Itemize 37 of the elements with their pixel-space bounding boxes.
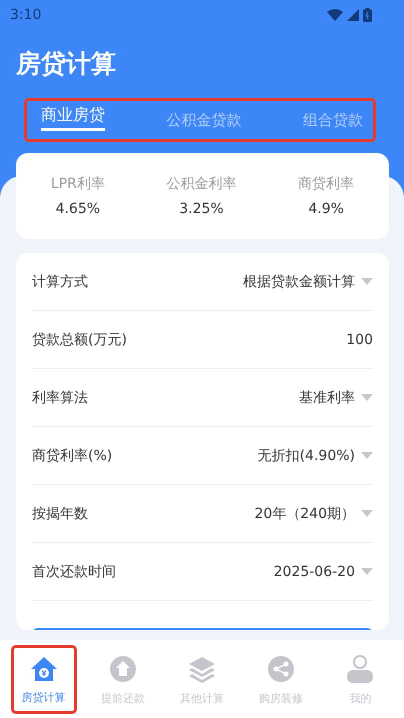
house-icon: [30, 656, 58, 682]
signal-icon: [347, 9, 359, 21]
dropdown-field[interactable]: 基准利率: [299, 388, 373, 406]
field-label: 利率算法: [32, 388, 88, 406]
field-label: 按揭年数: [32, 504, 88, 522]
rate-label: LPR利率: [50, 175, 105, 193]
dropdown-field[interactable]: 20年（240期）: [254, 504, 373, 522]
loan-type-tab[interactable]: 组合贷款: [303, 106, 363, 134]
layers-icon: [188, 654, 216, 682]
rate-value: 4.65%: [56, 201, 100, 217]
field-label: 计算方式: [32, 272, 88, 290]
status-time: 3:10: [10, 7, 42, 23]
loan-type-tab[interactable]: 公积金贷款: [166, 106, 242, 134]
input-field[interactable]: 100: [346, 332, 373, 348]
caret-icon: [361, 568, 373, 576]
rate-label: 公积金利率: [166, 175, 236, 193]
caret-icon: [361, 278, 373, 286]
rate-value: 3.25%: [179, 201, 224, 217]
upload-icon: [108, 654, 137, 682]
field-label: 贷款总额(万元): [32, 330, 127, 348]
caret-icon: [361, 452, 373, 460]
dropdown-field[interactable]: 2025-06-20: [274, 564, 373, 580]
battery-icon: [363, 8, 372, 22]
share-icon: [267, 654, 296, 682]
dropdown-field[interactable]: 根据贷款金额计算: [243, 272, 373, 290]
dropdown-field[interactable]: 无折扣(4.90%): [258, 446, 373, 464]
wifi-icon: [327, 9, 343, 21]
caret-icon: [361, 394, 373, 402]
rate-value: 4.9%: [308, 201, 344, 217]
field-label: 首次还款时间: [32, 562, 116, 580]
nav-tab[interactable]: 房贷计算: [10, 644, 77, 714]
rate-label: 商贷利率: [298, 175, 354, 193]
page-title: 房贷计算: [16, 48, 117, 80]
loan-type-tab[interactable]: 商业房贷: [41, 101, 105, 131]
person-icon: [346, 654, 374, 682]
caret-icon: [361, 510, 373, 518]
field-label: 商贷利率(%): [32, 446, 112, 464]
